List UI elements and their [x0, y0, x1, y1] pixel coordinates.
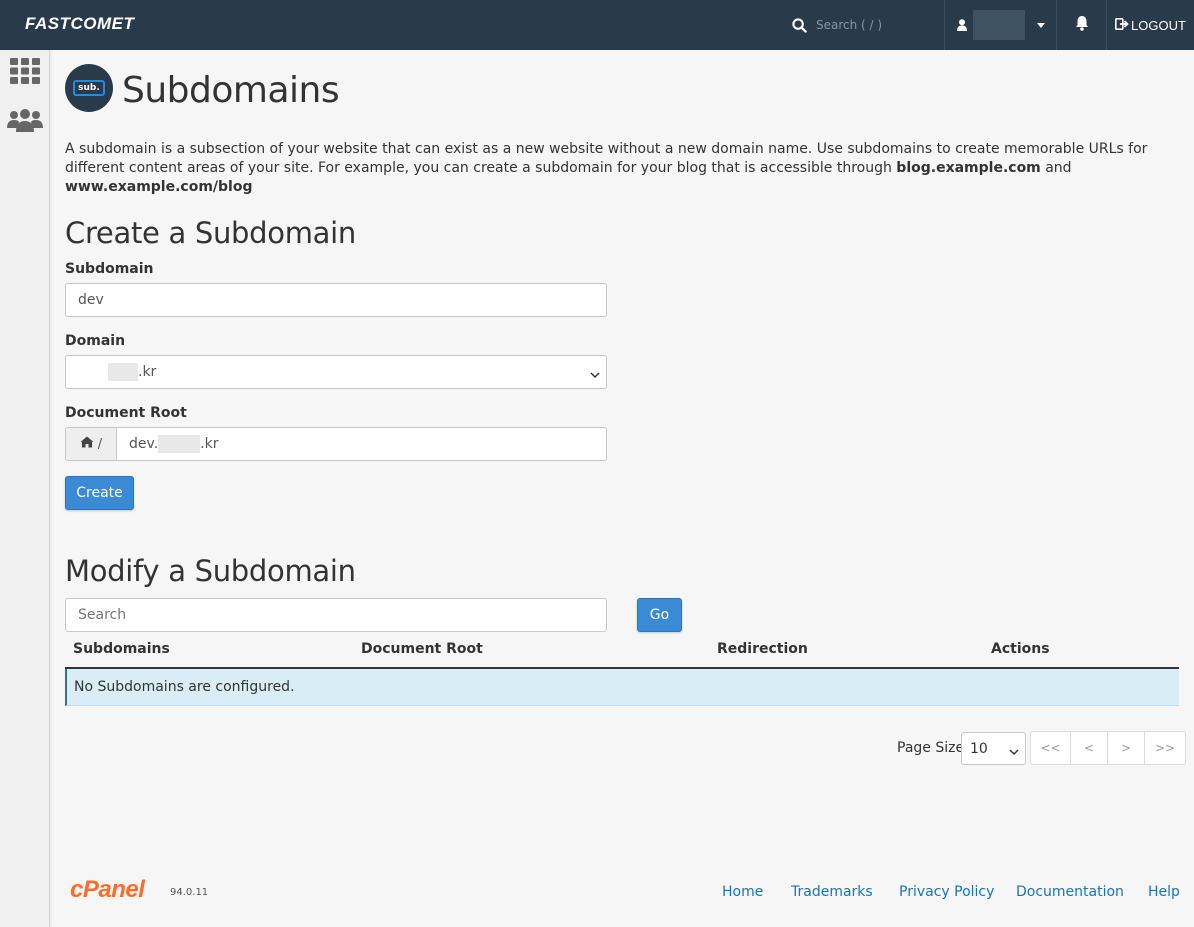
docroot-suffix: .kr [200, 436, 219, 452]
sidebar-tools-button[interactable] [0, 50, 50, 96]
first-page-button[interactable]: << [1031, 732, 1071, 764]
description-text-2: and [1040, 160, 1072, 176]
footer-link-help[interactable]: Help [1148, 884, 1180, 900]
user-menu[interactable] [944, 0, 1056, 50]
document-root-label: Document Root [65, 405, 187, 421]
top-search[interactable] [782, 0, 942, 50]
empty-table-message: No Subdomains are configured. [65, 669, 1179, 706]
column-subdomains[interactable]: Subdomains [73, 641, 170, 657]
page-size-value: 10 [970, 740, 988, 757]
home-icon [80, 436, 94, 452]
cpanel-logo[interactable]: cPanel [70, 876, 145, 904]
bell-icon [1075, 15, 1089, 35]
grid-icon [10, 58, 40, 88]
previous-page-button[interactable]: < [1071, 732, 1108, 764]
subdomain-search-field[interactable] [66, 607, 606, 623]
next-page-button[interactable]: > [1108, 732, 1145, 764]
description-example-subdomain: blog.example.com [896, 160, 1041, 176]
subdomain-input[interactable]: dev [65, 283, 607, 317]
domain-select[interactable]: .kr [65, 355, 607, 389]
domain-redacted [108, 363, 138, 381]
subdomain-search-input[interactable] [65, 598, 607, 632]
chevron-down-icon [590, 367, 600, 383]
page-size-select[interactable]: 10 [961, 732, 1026, 765]
domain-label: Domain [65, 333, 126, 349]
users-icon [7, 108, 43, 136]
document-root-input[interactable]: / dev. .kr [65, 427, 607, 461]
subdomains-icon-label: sub. [73, 80, 105, 96]
subdomain-input-value: dev [78, 292, 104, 308]
page-description: A subdomain is a subsection of your webs… [65, 140, 1179, 197]
logout-label: LOGOUT [1131, 17, 1186, 33]
username-redacted [973, 10, 1025, 40]
home-path-addon: / [66, 428, 117, 460]
notifications-button[interactable] [1056, 0, 1106, 50]
last-page-button[interactable]: >> [1145, 732, 1185, 764]
modify-subdomain-heading: Modify a Subdomain [65, 554, 356, 588]
chevron-down-icon [1037, 22, 1045, 28]
footer-link-trademarks[interactable]: Trademarks [791, 884, 873, 900]
create-subdomain-heading: Create a Subdomain [65, 216, 356, 250]
logout-button[interactable]: LOGOUT [1106, 0, 1194, 50]
cpanel-version: 94.0.11 [170, 887, 209, 898]
brand-logo[interactable]: FASTCOMET [25, 14, 134, 34]
sidebar-users-button[interactable] [0, 99, 50, 145]
domain-select-value: .kr [66, 363, 156, 381]
page-size-label: Page Size [897, 740, 965, 756]
footer-link-documentation[interactable]: Documentation [1016, 884, 1124, 900]
chevron-down-icon [1009, 744, 1019, 760]
column-redirection: Redirection [717, 641, 808, 657]
logout-icon [1115, 17, 1129, 33]
create-button[interactable]: Create [65, 476, 134, 510]
subdomains-app-icon: sub. [65, 64, 113, 112]
column-actions: Actions [991, 641, 1050, 657]
subdomains-table-header: Subdomains Document Root Redirection Act… [65, 632, 1179, 669]
document-root-value: dev. .kr [117, 435, 218, 453]
footer-link-home[interactable]: Home [722, 884, 763, 900]
domain-suffix: .kr [138, 364, 157, 380]
docroot-redacted [158, 435, 201, 453]
home-path-slash: / [97, 436, 103, 452]
docroot-prefix: dev. [129, 436, 159, 452]
description-example-path: www.example.com/blog [65, 179, 253, 195]
top-navigation-bar: FASTCOMET LOGOUT [0, 0, 1194, 50]
footer-link-privacy-policy[interactable]: Privacy Policy [899, 884, 994, 900]
pagination: << < > >> [1030, 731, 1186, 765]
page-title: Subdomains [122, 70, 340, 111]
go-button[interactable]: Go [637, 598, 682, 632]
subdomain-label: Subdomain [65, 261, 154, 277]
user-icon [957, 16, 967, 35]
top-search-input[interactable] [816, 18, 936, 32]
column-document-root[interactable]: Document Root [361, 641, 483, 657]
left-sidebar [0, 50, 50, 927]
search-icon [782, 17, 816, 33]
